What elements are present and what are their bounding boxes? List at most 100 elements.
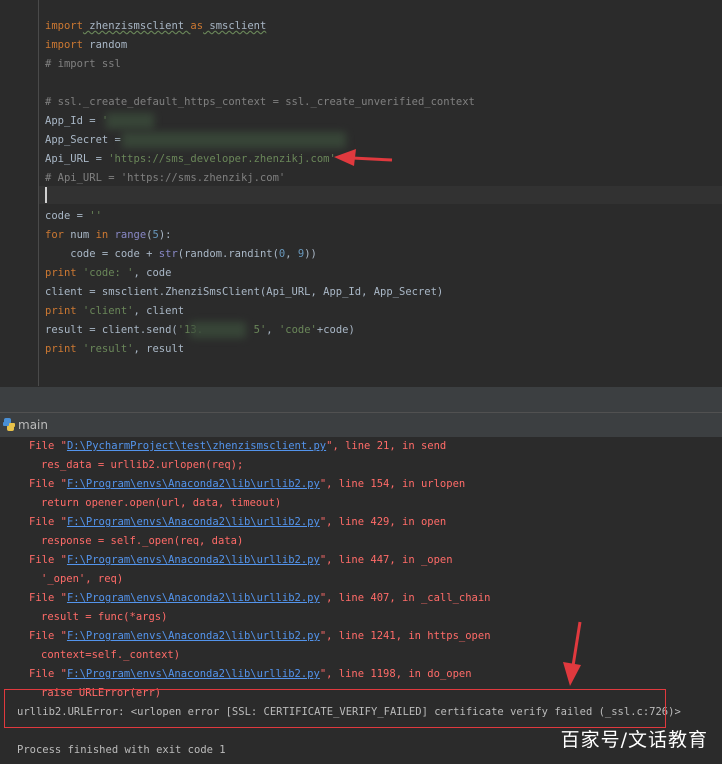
builtin-range: range: [114, 229, 147, 241]
code-line-3: # import ssl: [45, 58, 121, 70]
builtin-str: str: [158, 248, 178, 260]
string-empty: '': [89, 210, 102, 222]
editor-gutter: [0, 0, 39, 386]
line-prefix: ", line: [326, 440, 377, 452]
traceback-code-line: result = func(*args): [41, 611, 168, 623]
call-expr: result = client.send(: [45, 324, 178, 336]
traceback-file-line: File "F:\Program\envs\Anaconda2\lib\urll…: [29, 627, 491, 646]
redacted-phone: [190, 322, 246, 338]
function-name: _call_chain: [420, 592, 491, 604]
panel-divider[interactable]: [0, 386, 722, 413]
in-prefix: , in: [389, 554, 421, 566]
function-name: open: [420, 516, 447, 528]
code-line-13: code = code + str(random.randint(0, 9)): [45, 245, 317, 263]
traceback-file-line: File "F:\Program\envs\Anaconda2\lib\urll…: [29, 589, 491, 608]
variable-app-id: App_Id =: [45, 115, 102, 127]
string-api-url: 'https://sms_developer.zhenzikj.com': [108, 153, 336, 165]
current-line-highlight: [39, 186, 722, 204]
keyword-print: print: [45, 343, 77, 355]
keyword-print: print: [45, 305, 77, 317]
keyword-for: for: [45, 229, 64, 241]
traceback-code-line: res_data = urllib2.urlopen(req);: [41, 459, 244, 471]
file-path-link[interactable]: F:\Program\envs\Anaconda2\lib\urllib2.py: [67, 668, 320, 680]
in-prefix: , in: [389, 592, 421, 604]
traceback-file-line: File "F:\Program\envs\Anaconda2\lib\urll…: [29, 551, 453, 570]
code-line-15: client = smsclient.ZhenziSmsClient(Api_U…: [45, 286, 444, 298]
watermark-text: 百家号/文话教育: [560, 729, 708, 751]
code-line-9: # Api_URL = 'https://sms.zhenzikj.com': [45, 172, 286, 184]
line-number: 21: [376, 440, 390, 452]
line-prefix: ", line: [319, 592, 371, 604]
code-line-11: code = '': [45, 207, 102, 225]
process-exit-message: Process finished with exit code 1: [17, 744, 226, 756]
code-line-6: App_Id = ': [45, 112, 108, 130]
paren: ):: [158, 229, 172, 241]
keyword-import: import: [45, 20, 83, 32]
file-path-link[interactable]: F:\Program\envs\Anaconda2\lib\urllib2.py: [67, 554, 320, 566]
file-prefix: File ": [29, 440, 67, 452]
python-icon: [3, 418, 15, 431]
variable-app-secret: App_Secret =: [45, 134, 128, 146]
string-literal: 'client': [76, 305, 134, 317]
run-panel-header: main: [0, 412, 722, 438]
code-line-18: print 'result', result: [45, 340, 184, 358]
function-name: urlopen: [420, 478, 466, 490]
traceback-code-line: '_open', req): [41, 573, 124, 585]
file-path-link[interactable]: F:\Program\envs\Anaconda2\lib\urllib2.py: [67, 630, 320, 642]
code-line-12: for num in range(5):: [45, 226, 171, 244]
comma: ,: [266, 324, 279, 336]
code-line-8: Api_URL = 'https://sms_developer.zhenzik…: [45, 150, 336, 168]
file-prefix: File ": [29, 668, 67, 680]
traceback-code-line: response = self._open(req, data): [41, 535, 244, 547]
traceback-code-line: context=self._context): [41, 649, 181, 661]
keyword-print: print: [45, 267, 77, 279]
module-alias: smsclient: [203, 20, 267, 32]
traceback-file-line: File "F:\Program\envs\Anaconda2\lib\urll…: [29, 513, 446, 532]
paren: )): [304, 248, 317, 260]
code-line-14: print 'code: ', code: [45, 264, 171, 282]
line-prefix: ", line: [319, 668, 371, 680]
code-line-16: print 'client', client: [45, 302, 184, 320]
code-editor[interactable]: import zhenzismsclient as smsclient impo…: [0, 0, 722, 386]
line-number: 447: [370, 554, 390, 566]
line-number: 407: [370, 592, 390, 604]
function-name: send: [420, 440, 447, 452]
file-path-link[interactable]: F:\Program\envs\Anaconda2\lib\urllib2.py: [67, 592, 320, 604]
file-prefix: File ": [29, 478, 67, 490]
code-line-1: import zhenzismsclient as smsclient: [45, 17, 266, 35]
in-prefix: , in: [389, 516, 421, 528]
line-number: 1241: [370, 630, 396, 642]
file-prefix: File ": [29, 630, 67, 642]
redacted-app-secret: [122, 132, 346, 148]
line-number: 1198: [370, 668, 396, 680]
string-literal: 'code': [278, 324, 317, 336]
line-prefix: ", line: [319, 554, 371, 566]
variable-api-url: Api_URL =: [45, 153, 109, 165]
function-name: _open: [420, 554, 453, 566]
module-name: zhenzismsclient: [82, 20, 191, 32]
assign-expr: code = code +: [45, 248, 159, 260]
print-args: , result: [133, 343, 185, 355]
traceback-code-line: return opener.open(url, data, timeout): [41, 497, 282, 509]
code-line-2: import random: [45, 36, 127, 54]
in-prefix: , in: [395, 668, 428, 680]
traceback-file-line: File "D:\PycharmProject\test\zhenzismscl…: [29, 437, 446, 456]
file-path-link[interactable]: F:\Program\envs\Anaconda2\lib\urllib2.py: [67, 516, 320, 528]
variable-code: code =: [45, 210, 90, 222]
keyword-in: in: [95, 229, 109, 241]
traceback-file-line: File "F:\Program\envs\Anaconda2\lib\urll…: [29, 665, 472, 684]
code-line-7: App_Secret =: [45, 131, 127, 149]
line-number: 154: [370, 478, 390, 490]
code-line-5: # ssl._create_default_https_context = ss…: [45, 96, 475, 108]
keyword-as: as: [190, 20, 204, 32]
call-expr: (random.randint(: [177, 248, 279, 260]
error-highlight-box: [4, 689, 666, 728]
run-tab-main[interactable]: main: [18, 416, 48, 434]
in-prefix: , in: [389, 478, 421, 490]
file-path-link[interactable]: D:\PycharmProject\test\zhenzismsclient.p…: [67, 440, 326, 452]
file-path-link[interactable]: F:\Program\envs\Anaconda2\lib\urllib2.py: [67, 478, 320, 490]
file-prefix: File ": [29, 554, 67, 566]
line-prefix: ", line: [319, 478, 371, 490]
module-name: random: [82, 39, 128, 51]
traceback-file-line: File "F:\Program\envs\Anaconda2\lib\urll…: [29, 475, 465, 494]
